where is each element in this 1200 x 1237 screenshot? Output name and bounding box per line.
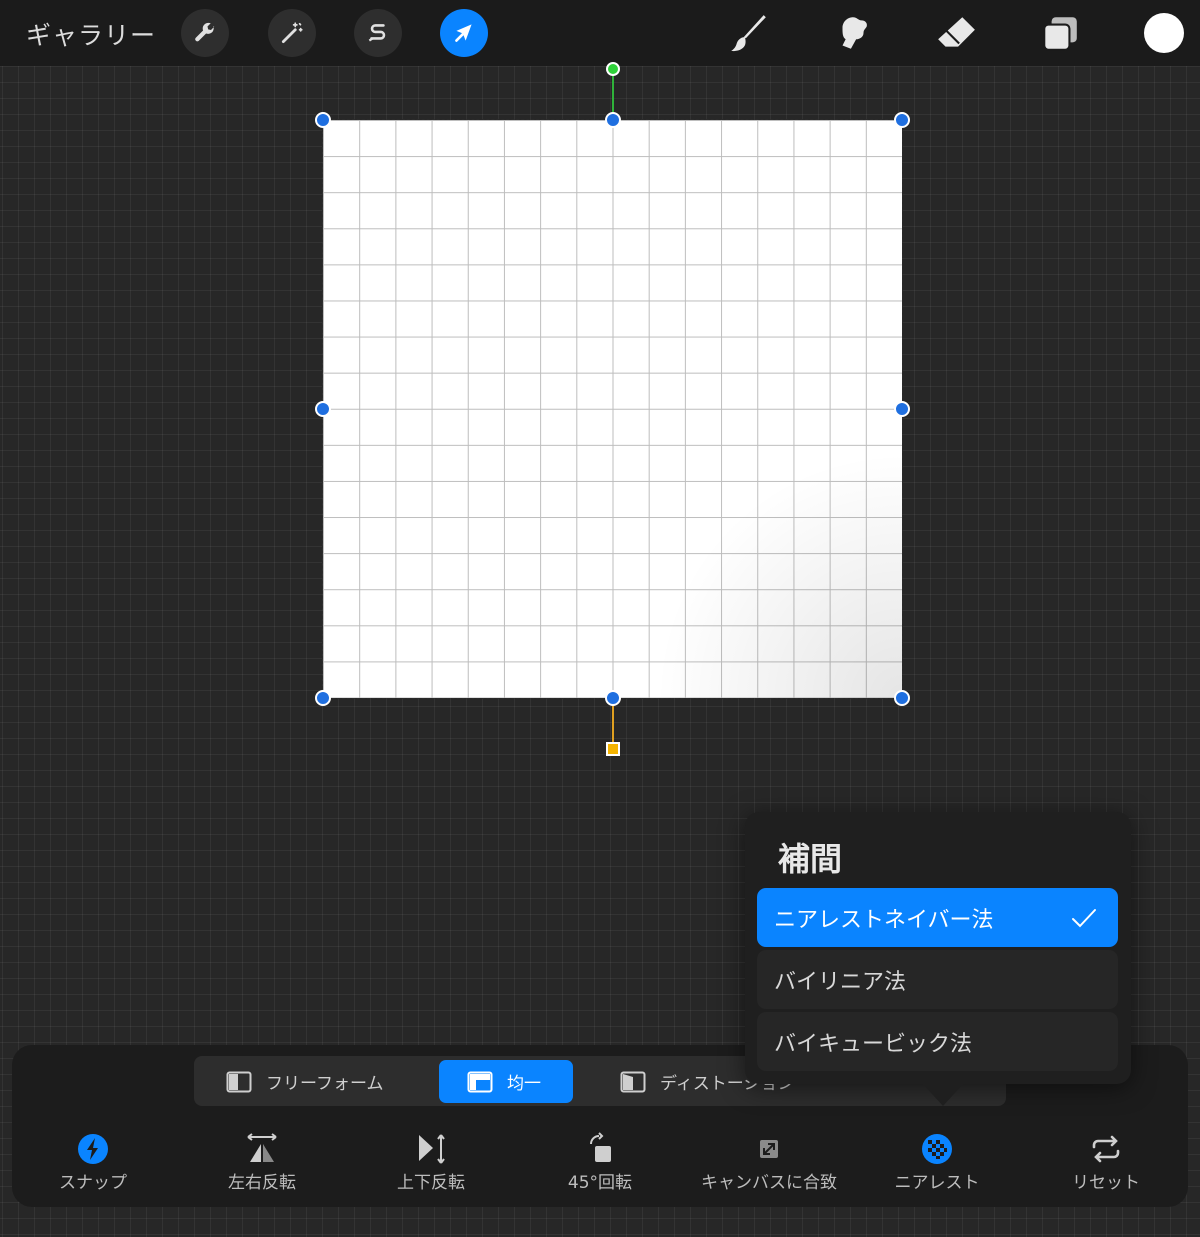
handle-top-right[interactable] <box>894 112 910 128</box>
fit-canvas-icon <box>760 1140 778 1158</box>
rotate-handle[interactable] <box>606 62 620 76</box>
nearest-button[interactable]: ニアレスト <box>857 1132 1017 1193</box>
mode-freeform[interactable]: フリーフォーム <box>210 1060 446 1103</box>
eraser-icon[interactable] <box>934 12 978 56</box>
flip-vertical-label: 上下反転 <box>397 1173 465 1193</box>
handle-middle-left[interactable] <box>315 401 331 417</box>
reset-icon <box>1092 1135 1120 1163</box>
transform-bounding-box <box>322 119 903 699</box>
uniform-icon <box>467 1071 493 1092</box>
handle-top-left[interactable] <box>315 112 331 128</box>
option-nearest-neighbor-label: ニアレストネイバー法 <box>774 907 994 933</box>
mode-freeform-label: フリーフォーム <box>266 1074 384 1094</box>
reset-label: リセット <box>1072 1173 1140 1193</box>
checkmark-icon <box>1072 909 1096 928</box>
color-picker[interactable] <box>1144 13 1184 53</box>
option-nearest-neighbor[interactable]: ニアレストネイバー法 <box>757 888 1118 947</box>
option-bilinear-label: バイリニア法 <box>774 969 907 995</box>
magic-wand-icon[interactable] <box>268 9 316 57</box>
distort-icon <box>620 1071 646 1092</box>
mode-uniform-label: 均一 <box>507 1074 541 1094</box>
popover-title: 補間 <box>778 840 843 878</box>
mode-uniform[interactable]: 均一 <box>439 1060 573 1103</box>
freeform-icon <box>226 1071 252 1092</box>
gallery-button[interactable]: ギャラリー <box>26 16 156 52</box>
smudge-icon[interactable] <box>831 12 875 56</box>
wrench-icon[interactable] <box>181 9 229 57</box>
fit-canvas-label: キャンバスに合致 <box>701 1173 837 1193</box>
top-toolbar: ギャラリー <box>0 0 1200 66</box>
option-bicubic-label: バイキュービック法 <box>774 1031 973 1057</box>
fit-canvas-button[interactable]: キャンバスに合致 <box>689 1132 849 1193</box>
flip-vertical-icon <box>419 1134 445 1164</box>
handle-bottom-left[interactable] <box>315 690 331 706</box>
rotate-45-icon <box>590 1132 611 1162</box>
snap-button[interactable]: スナップ <box>13 1132 173 1193</box>
option-bicubic[interactable]: バイキュービック法 <box>757 1012 1118 1071</box>
handle-bottom-right[interactable] <box>894 690 910 706</box>
handle-bottom-center[interactable] <box>605 690 621 706</box>
snap-icon <box>78 1134 108 1164</box>
flip-horizontal-icon <box>247 1133 277 1162</box>
nearest-icon <box>922 1134 952 1164</box>
layers-icon[interactable] <box>1038 12 1082 56</box>
flip-vertical-button[interactable]: 上下反転 <box>351 1132 511 1193</box>
pivot-handle[interactable] <box>606 742 620 756</box>
snap-label: スナップ <box>59 1173 127 1193</box>
transform-arrow-icon[interactable] <box>440 9 488 57</box>
reset-button[interactable]: リセット <box>1026 1132 1186 1193</box>
selection-s-icon[interactable] <box>354 9 402 57</box>
brush-icon[interactable] <box>727 12 771 56</box>
rotate-45-button[interactable]: 45°回転 <box>520 1132 680 1193</box>
handle-top-center[interactable] <box>605 112 621 128</box>
popover-arrow <box>921 1082 965 1106</box>
app-root: ギャラリー フリーフォーム 均一 ディストーション スナップ 左右反転 上下反転… <box>0 0 1200 1237</box>
handle-middle-right[interactable] <box>894 401 910 417</box>
flip-horizontal-button[interactable]: 左右反転 <box>182 1132 342 1193</box>
option-bilinear[interactable]: バイリニア法 <box>757 950 1118 1009</box>
rotate-45-label: 45°回転 <box>567 1173 633 1193</box>
flip-horizontal-label: 左右反転 <box>228 1173 296 1193</box>
nearest-label: ニアレスト <box>894 1173 980 1193</box>
